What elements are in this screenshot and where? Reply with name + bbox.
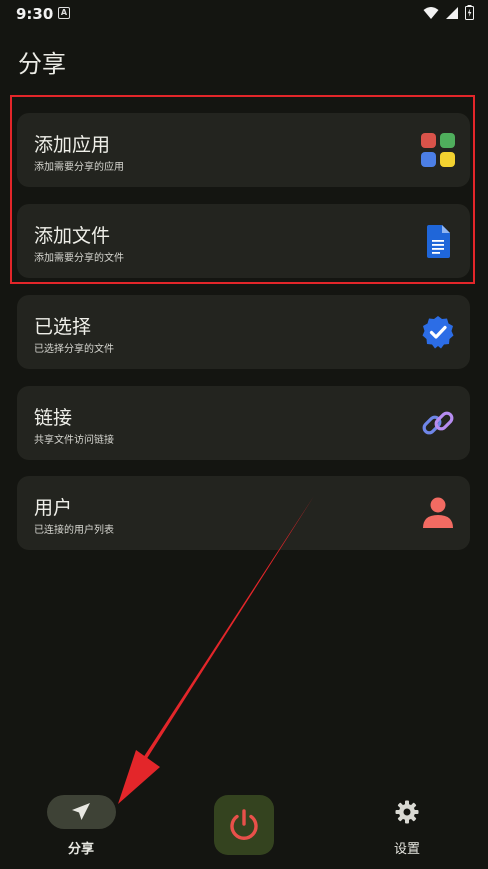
screen: 9:30 A 分享 添加应用 添加需要分享的应用 添加文件 添加需要分享的文件 …	[0, 0, 488, 869]
nav-share-label: 分享	[68, 842, 95, 857]
bottom-navigation: 分享 设置	[0, 780, 488, 869]
nav-settings-label[interactable]: 设置	[394, 838, 420, 857]
power-icon	[230, 809, 258, 840]
send-icon	[72, 803, 90, 820]
settings-gear-icon[interactable]	[395, 800, 419, 824]
annotation-arrow	[118, 496, 314, 804]
nav-share-button[interactable]	[47, 795, 116, 829]
power-button[interactable]	[214, 795, 274, 855]
